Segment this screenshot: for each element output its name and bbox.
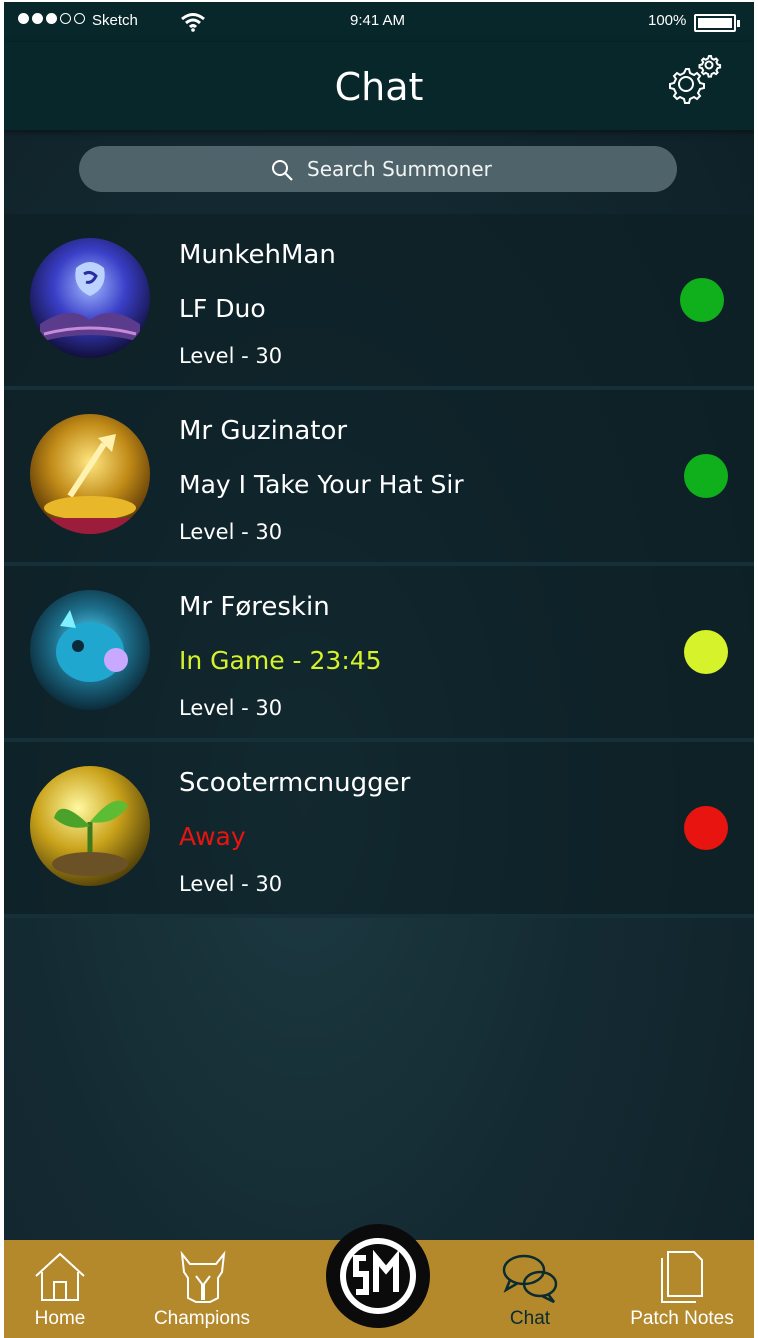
tab-label: Home	[34, 1308, 86, 1329]
summoner-status: Away	[179, 822, 246, 851]
list-item[interactable]: Mr Guzinator May I Take Your Hat Sir Lev…	[4, 390, 754, 566]
search-input[interactable]: Search Summoner	[79, 146, 677, 192]
battery-icon	[694, 14, 740, 32]
summoner-level: Level - 30	[179, 520, 283, 544]
status-bar: Sketch 9:41 AM 100%	[4, 2, 754, 42]
summoner-status: May I Take Your Hat Sir	[179, 470, 464, 499]
presence-indicator	[684, 806, 728, 850]
summoner-status: In Game - 23:45	[179, 646, 382, 675]
summoner-list: MunkehMan LF Duo Level - 30 Mr Guzinator…	[4, 214, 754, 918]
list-item[interactable]: MunkehMan LF Duo Level - 30	[4, 214, 754, 390]
clock: 9:41 AM	[350, 12, 406, 29]
presence-indicator	[684, 630, 728, 674]
avatar	[30, 590, 150, 710]
summoner-name: MunkehMan	[179, 240, 336, 270]
summoner-level: Level - 30	[179, 344, 283, 368]
summoner-level: Level - 30	[179, 872, 283, 896]
wifi-icon	[180, 12, 206, 36]
battery-percentage: 100%	[648, 12, 687, 29]
summoner-name: Mr Føreskin	[179, 592, 330, 622]
gear-icon[interactable]	[664, 50, 724, 110]
avatar	[30, 238, 150, 358]
signal-strength-icon	[18, 13, 85, 24]
list-item[interactable]: Mr Føreskin In Game - 23:45 Level - 30	[4, 566, 754, 742]
avatar	[30, 766, 150, 886]
summoner-status: LF Duo	[179, 294, 266, 323]
document-icon	[660, 1250, 704, 1310]
home-icon	[32, 1250, 88, 1308]
tab-label: Chat	[509, 1308, 551, 1329]
search-placeholder: Search Summoner	[307, 157, 492, 181]
page-title: Chat	[334, 65, 424, 109]
presence-indicator	[684, 454, 728, 498]
avatar	[30, 414, 150, 534]
summoner-name: Mr Guzinator	[179, 416, 348, 446]
presence-indicator	[680, 278, 724, 322]
app-screen: Sketch 9:41 AM 100% Chat Search Summoner…	[4, 2, 754, 1338]
tab-label: Patch Notes	[630, 1308, 734, 1329]
chat-bubbles-icon	[500, 1250, 560, 1310]
tab-label: Champions	[153, 1308, 251, 1329]
team-logo-icon[interactable]	[326, 1224, 430, 1328]
summoner-level: Level - 30	[179, 696, 283, 720]
summoner-name: Scootermcnugger	[179, 768, 411, 798]
list-item[interactable]: Scootermcnugger Away Level - 30	[4, 742, 754, 918]
helmet-icon	[176, 1250, 230, 1310]
tab-bar: Home Champions Chat Patch Notes	[4, 1224, 754, 1338]
carrier-label: Sketch	[92, 12, 138, 29]
search-icon	[271, 159, 293, 186]
navigation-bar: Chat	[4, 42, 754, 130]
